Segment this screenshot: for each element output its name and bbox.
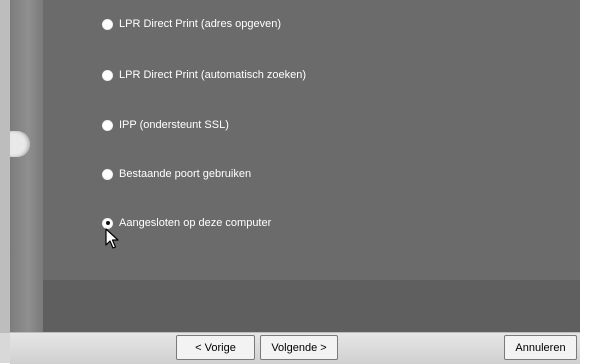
panel-toggle-icon[interactable]	[10, 131, 30, 157]
option-local-computer[interactable]: Aangesloten op deze computer	[102, 214, 271, 232]
option-lpr-auto-label: LPR Direct Print (automatisch zoeken)	[119, 69, 307, 81]
option-lpr-address[interactable]: LPR Direct Print (adres opgeven)	[102, 15, 281, 33]
window-left-strip	[0, 0, 10, 332]
radio-existing-port[interactable]	[102, 168, 113, 180]
option-lpr-auto[interactable]: LPR Direct Print (automatisch zoeken)	[102, 66, 306, 84]
option-existing-port[interactable]: Bestaande poort gebruiken	[102, 165, 251, 183]
cancel-button-label: Annuleren	[515, 341, 566, 354]
radio-local-computer[interactable]	[102, 217, 113, 229]
installer-window: LPR Direct Print (adres opgeven) LPR Dir…	[0, 0, 594, 364]
option-local-computer-label: Aangesloten op deze computer	[119, 217, 272, 229]
next-button[interactable]: Volgende >	[260, 335, 338, 360]
option-lpr-address-label: LPR Direct Print (adres opgeven)	[119, 18, 282, 30]
radio-ipp[interactable]	[102, 119, 113, 131]
radio-lpr-auto[interactable]	[102, 69, 113, 81]
window-right-edge	[580, 0, 594, 363]
next-button-label: Volgende >	[271, 341, 327, 354]
cancel-button[interactable]: Annuleren	[504, 335, 577, 360]
side-panel	[10, 0, 43, 332]
mouse-cursor-icon	[105, 228, 119, 249]
option-ipp[interactable]: IPP (ondersteunt SSL)	[102, 116, 229, 134]
option-ipp-label: IPP (ondersteunt SSL)	[119, 119, 229, 131]
back-button[interactable]: < Vorige	[176, 335, 255, 360]
panel-bottom-shade	[43, 280, 580, 332]
back-button-label: < Vorige	[195, 341, 236, 354]
option-existing-port-label: Bestaande poort gebruiken	[119, 168, 252, 180]
radio-lpr-address[interactable]	[102, 18, 113, 30]
